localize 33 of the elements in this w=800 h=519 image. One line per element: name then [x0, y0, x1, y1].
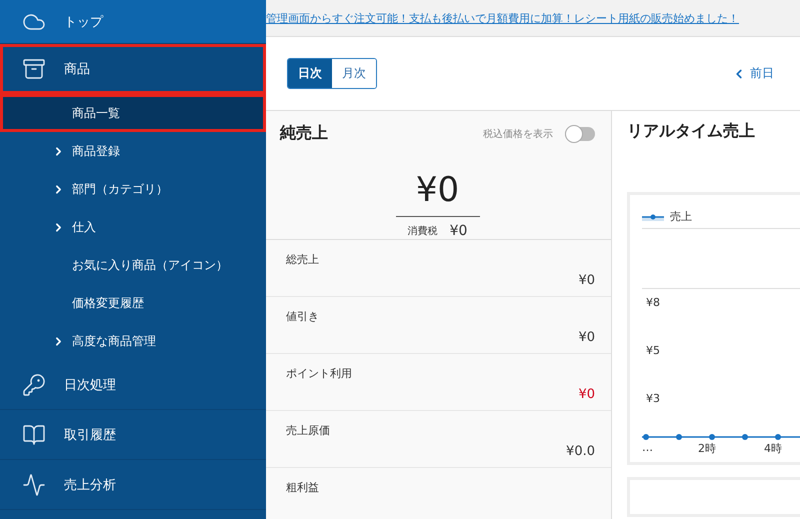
x-axis-label: …	[642, 441, 654, 456]
legend-line-icon	[642, 212, 664, 220]
y-axis-label: ¥8	[646, 296, 660, 309]
tax-toggle[interactable]	[565, 126, 595, 140]
metric-value: ¥0	[578, 330, 595, 345]
panel-title: 純売上	[280, 123, 328, 144]
metric-label: 値引き	[286, 309, 319, 324]
submenu-item[interactable]: 商品一覧	[0, 94, 266, 132]
x-axis-label: 4時	[764, 441, 783, 456]
toggle-label: 税込価格を表示	[483, 128, 553, 140]
tax-value: ¥0	[450, 223, 468, 239]
tax-label: 消費税	[408, 224, 438, 238]
x-axis-label: 2時	[698, 441, 717, 456]
metric-value: ¥0.0	[566, 444, 595, 459]
legend-label: 売上	[670, 209, 692, 224]
previous-day-button[interactable]: 前日	[732, 65, 774, 82]
metric-label: 売上原価	[286, 423, 330, 438]
metric-label: 総売上	[286, 252, 319, 267]
y-axis-label: ¥3	[646, 392, 660, 405]
book-icon	[22, 422, 46, 446]
metric-value: ¥0	[578, 273, 595, 288]
period-tab[interactable]: 日次	[288, 59, 332, 88]
metric-label: 粗利益	[286, 480, 319, 495]
sidebar-item[interactable]: 商品	[0, 44, 266, 94]
sidebar-item[interactable]: トップ	[0, 0, 266, 44]
y-axis-label: ¥5	[646, 344, 660, 357]
net-sales-amount: ¥0	[396, 170, 480, 217]
key-icon	[22, 372, 46, 396]
metric-value: ¥0	[578, 387, 595, 402]
metric-label: ポイント利用	[286, 366, 352, 381]
trend-icon	[22, 472, 46, 496]
panel-title: リアルタイム売上	[627, 121, 756, 142]
box-icon	[22, 56, 46, 80]
